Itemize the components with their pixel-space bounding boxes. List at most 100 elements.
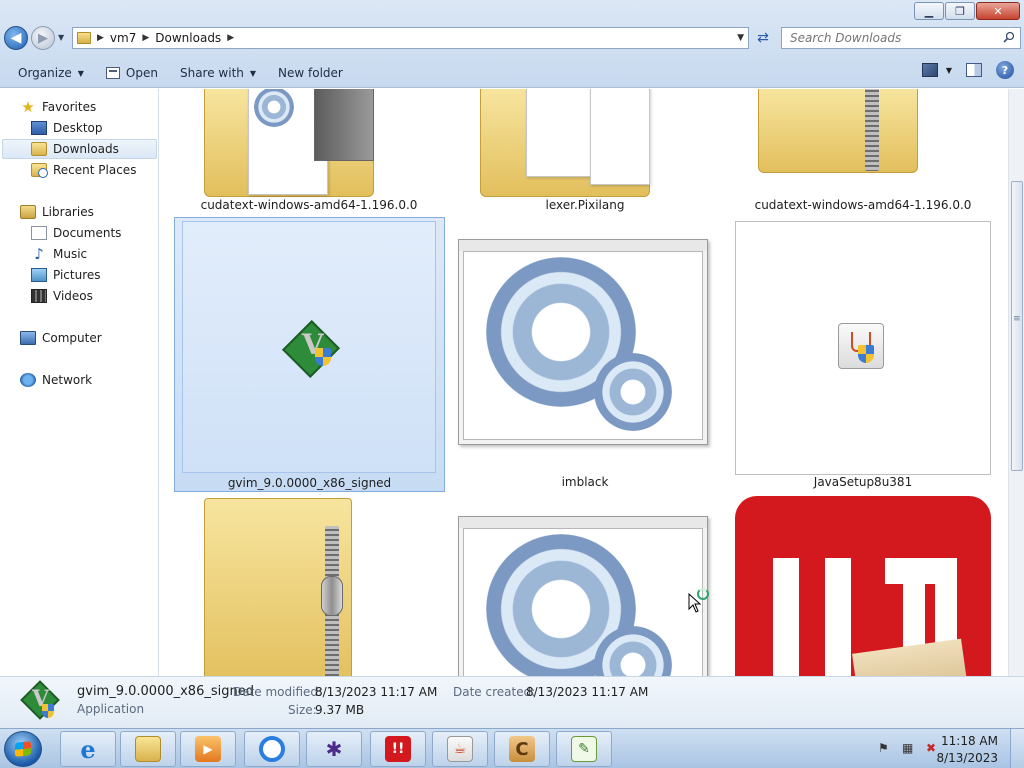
network-icon[interactable]: ▦ xyxy=(902,741,916,755)
music-icon: ♪ xyxy=(34,245,44,263)
sidebar-item-desktop[interactable]: Desktop xyxy=(31,118,103,138)
uac-shield-icon xyxy=(858,345,874,363)
details-file-name: gvim_9.0.0000_x86_signed xyxy=(77,684,254,699)
minimize-button[interactable]: ▁ xyxy=(914,2,944,20)
documents-icon xyxy=(31,226,47,240)
file-tile[interactable] xyxy=(728,496,998,676)
clock-time[interactable]: 11:18 AM xyxy=(941,734,998,748)
breadcrumb-downloads[interactable]: Downloads xyxy=(155,31,221,45)
scrollbar-thumb[interactable] xyxy=(1011,181,1023,471)
change-view-button[interactable]: ▼ xyxy=(921,63,952,77)
document-thumbnail xyxy=(314,89,374,161)
maximize-button[interactable]: ❐ xyxy=(945,2,975,20)
start-button[interactable] xyxy=(4,731,42,767)
chevron-right-icon[interactable]: ▶ xyxy=(227,33,234,43)
search-box[interactable] xyxy=(781,27,1021,49)
sidebar-item-pictures[interactable]: Pictures xyxy=(31,265,101,285)
pictures-icon xyxy=(31,268,47,282)
sidebar-item-favorites[interactable]: ★ Favorites xyxy=(20,97,96,117)
chevron-right-icon[interactable]: ▶ xyxy=(142,33,149,43)
preview-pane-icon[interactable] xyxy=(966,63,982,77)
file-name: imblack xyxy=(561,475,609,489)
taskbar-internet-explorer[interactable]: e xyxy=(60,731,116,767)
logo-bar xyxy=(825,558,851,676)
recent-pages-dropdown[interactable]: ▼ xyxy=(58,33,64,42)
sidebar-item-videos[interactable]: Videos xyxy=(31,286,93,306)
window-controls: ▁ ❐ ✕ xyxy=(914,2,1020,20)
flag-icon[interactable]: ⚑ xyxy=(878,741,892,755)
videos-icon xyxy=(31,289,47,303)
chevron-down-icon: ▼ xyxy=(77,68,84,78)
details-pane: V gvim_9.0.0000_x86_signed Application D… xyxy=(0,676,1024,728)
recent-places-icon xyxy=(31,163,48,178)
taskbar-chrome[interactable] xyxy=(244,731,300,767)
file-tile[interactable]: JavaSetup8u381 xyxy=(728,217,998,492)
uac-shield-icon xyxy=(42,704,54,718)
new-folder-button[interactable]: New folder xyxy=(268,61,353,85)
breadcrumb-vm7[interactable]: vm7 xyxy=(110,31,136,45)
file-tile[interactable] xyxy=(174,496,444,676)
sidebar-item-downloads[interactable]: Downloads xyxy=(2,139,157,159)
sidebar-item-recent-places[interactable]: Recent Places xyxy=(31,160,136,180)
refresh-icon: ⇄ xyxy=(757,30,769,46)
date-modified-label: Date modified: xyxy=(233,685,323,699)
open-label: Open xyxy=(125,66,158,80)
sidebar-item-network[interactable]: Network xyxy=(20,370,92,390)
file-tile[interactable]: imblack xyxy=(450,217,720,492)
forward-button[interactable]: ▶ xyxy=(31,26,55,50)
date-created-label: Date created: xyxy=(453,685,536,699)
help-icon[interactable]: ? xyxy=(996,61,1014,79)
size-label: Size: xyxy=(288,703,317,717)
app-logo-thumbnail xyxy=(735,496,991,676)
sidebar-item-label: Pictures xyxy=(53,268,101,282)
folder-icon xyxy=(77,32,91,44)
share-with-label: Share with xyxy=(179,66,244,80)
sidebar-item-label: Videos xyxy=(53,289,93,303)
taskbar-cudatext[interactable]: C xyxy=(494,731,550,767)
taskbar-spider-app[interactable]: ✱ xyxy=(306,731,362,767)
navigation-pane: ★ Favorites Desktop Downloads Recent Pla… xyxy=(0,89,159,676)
red-app-icon: !! xyxy=(385,736,411,762)
vertical-scrollbar[interactable] xyxy=(1008,89,1024,676)
command-bar: Organize ▼ Open Share with ▼ New folder … xyxy=(0,58,1024,88)
zipper-pull-icon xyxy=(321,576,343,616)
sidebar-item-label: Libraries xyxy=(42,205,94,219)
address-bar[interactable]: ▶ vm7 ▶ Downloads ▶ ▼ xyxy=(72,27,749,49)
organize-button[interactable]: Organize ▼ xyxy=(8,61,94,85)
taskbar: e ▶ ✱ !! ☕ C ✎ ⚑ ▦ ✖ 11:18 AM 8/13/2023 xyxy=(0,728,1024,768)
cudatext-icon: C xyxy=(509,736,535,762)
open-button[interactable]: Open xyxy=(96,61,168,85)
refresh-button[interactable]: ⇄ xyxy=(752,28,774,48)
clock-date[interactable]: 8/13/2023 xyxy=(936,751,998,765)
taskbar-java[interactable]: ☕ xyxy=(432,731,488,767)
search-icon[interactable] xyxy=(1003,31,1015,43)
file-tile[interactable]: lexer.Pixilang xyxy=(450,89,720,213)
taskbar-explorer[interactable] xyxy=(120,731,176,767)
file-tile[interactable] xyxy=(450,496,720,676)
close-button[interactable]: ✕ xyxy=(976,2,1020,20)
back-button[interactable]: ◀ xyxy=(4,26,28,50)
libraries-icon xyxy=(20,205,36,219)
sidebar-item-libraries[interactable]: Libraries xyxy=(20,202,94,222)
search-input[interactable] xyxy=(790,31,990,45)
chevron-right-icon[interactable]: ▶ xyxy=(97,33,104,43)
browser-icon xyxy=(259,736,285,762)
view-icon xyxy=(921,63,938,77)
taskbar-media-player[interactable]: ▶ xyxy=(180,731,236,767)
sidebar-item-music[interactable]: ♪ Music xyxy=(31,244,87,264)
file-tile[interactable]: cudatext-windows-amd64-1.196.0.0 xyxy=(728,89,998,213)
logo-bar xyxy=(773,558,799,676)
address-dropdown-icon[interactable]: ▼ xyxy=(737,33,744,43)
file-tile-selected[interactable]: V gvim_9.0.0000_x86_signed xyxy=(174,217,445,492)
java-icon: ☕ xyxy=(447,736,473,762)
file-name: cudatext-windows-amd64-1.196.0.0 xyxy=(200,198,418,212)
taskbar-editor[interactable]: ✎ xyxy=(556,731,612,767)
share-with-button[interactable]: Share with ▼ xyxy=(170,61,266,85)
file-tile[interactable]: cudatext-windows-amd64-1.196.0.0 xyxy=(174,89,444,213)
file-name: cudatext-windows-amd64-1.196.0.0 xyxy=(754,198,972,212)
sidebar-item-documents[interactable]: Documents xyxy=(31,223,121,243)
taskbar-red-app[interactable]: !! xyxy=(370,731,426,767)
show-desktop-button[interactable] xyxy=(1010,729,1024,768)
sidebar-item-computer[interactable]: Computer xyxy=(20,328,102,348)
organize-label: Organize xyxy=(18,66,72,80)
